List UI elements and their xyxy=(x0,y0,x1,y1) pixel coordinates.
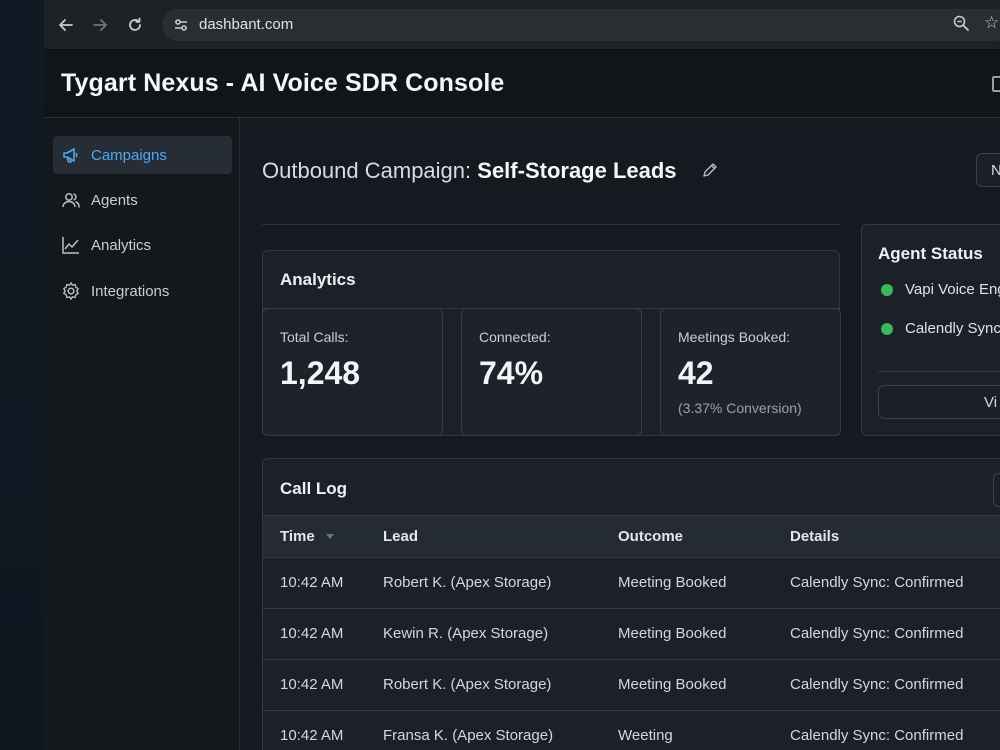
stat-value: 42 xyxy=(678,355,714,391)
megaphone-icon xyxy=(61,145,81,165)
browser-window: dashbant.com ☆ Tygart Nexus - AI Voice S… xyxy=(44,0,1000,750)
stat-total-calls: Total Calls: 1,248 xyxy=(262,308,443,436)
status-dot-icon xyxy=(881,322,893,335)
analytics-title: Analytics xyxy=(280,270,356,289)
stat-value: 74% xyxy=(479,355,544,391)
page-title-prefix: Outbound Campaign: xyxy=(262,158,472,183)
sidebar-item-agents[interactable]: Agents xyxy=(53,181,232,219)
pencil-edit-icon[interactable] xyxy=(702,162,718,178)
stat-meetings-booked: Meetings Booked: 42 (3.37% Conversion) xyxy=(660,308,841,436)
column-header-details[interactable]: Details xyxy=(790,528,839,545)
cell-time: 10:42 AM xyxy=(280,574,344,591)
table-row[interactable]: 10:42 AM Robert K. (Apex Storage) Meetin… xyxy=(263,558,1000,609)
column-header-outcome[interactable]: Outcome xyxy=(618,528,683,545)
url-text[interactable]: dashbant.com xyxy=(199,16,293,33)
stat-label: Meetings Booked: xyxy=(678,329,791,345)
sidebar-item-label: Integrations xyxy=(91,282,170,300)
reload-icon[interactable] xyxy=(123,13,147,37)
cell-lead: Robert K. (Apex Storage) xyxy=(383,676,552,693)
status-dot-icon xyxy=(881,283,893,296)
zoom-icon[interactable] xyxy=(952,14,974,36)
agent-status-title: Agent Status xyxy=(878,244,983,263)
back-arrow-icon[interactable] xyxy=(54,13,78,37)
card-divider xyxy=(878,371,1000,372)
call-log-action-button[interactable] xyxy=(993,473,1000,507)
cell-outcome: Weeting xyxy=(618,727,673,744)
app-header: Tygart Nexus - AI Voice SDR Console xyxy=(44,50,1000,118)
sidebar-item-analytics[interactable]: Analytics xyxy=(53,226,232,264)
cell-time: 10:42 AM xyxy=(280,676,344,693)
sidebar: Campaigns Agents Analytics Integrations xyxy=(44,118,240,750)
table-row[interactable]: 10:42 AM Kewin R. (Apex Storage) Meeting… xyxy=(263,609,1000,660)
table-row[interactable]: 10:42 AM Fransa K. (Apex Storage) Weetin… xyxy=(263,711,1000,750)
view-agents-button[interactable]: Vi xyxy=(878,385,1000,419)
cell-outcome: Meeting Booked xyxy=(618,625,727,642)
cell-outcome: Meeting Booked xyxy=(618,574,727,591)
call-log-card: Call Log Time Lead Outcome Details 10:42… xyxy=(262,458,1000,750)
window-icon[interactable] xyxy=(992,76,1000,92)
table-header: Time Lead Outcome Details xyxy=(263,515,1000,558)
cell-details: Calendly Sync: Confirmed xyxy=(790,625,964,642)
site-settings-icon[interactable] xyxy=(170,14,192,36)
agent-name: Calendly Sync xyxy=(905,320,1000,337)
table-row[interactable]: 10:42 AM Robert K. (Apex Storage) Meetin… xyxy=(263,660,1000,711)
conversion-rate: (3.37% Conversion) xyxy=(678,400,802,416)
forward-arrow-icon[interactable] xyxy=(88,13,112,37)
cell-details: Calendly Sync: Confirmed xyxy=(790,676,964,693)
sidebar-item-campaigns[interactable]: Campaigns xyxy=(53,136,232,174)
agent-row: Calendly Sync xyxy=(881,320,1000,337)
address-bar[interactable]: dashbant.com ☆ xyxy=(162,9,1000,41)
sidebar-item-label: Agents xyxy=(91,191,138,209)
cell-details: Calendly Sync: Confirmed xyxy=(790,727,964,744)
cell-lead: Fransa K. (Apex Storage) xyxy=(383,727,554,744)
desktop-background xyxy=(0,0,44,750)
cell-time: 10:42 AM xyxy=(280,625,344,642)
cell-outcome: Meeting Booked xyxy=(618,676,727,693)
agent-name: Vapi Voice Eng xyxy=(905,281,1000,298)
sidebar-item-label: Analytics xyxy=(91,236,152,254)
header-divider xyxy=(262,224,840,225)
line-chart-icon xyxy=(61,235,81,255)
campaign-name: Self-Storage Leads xyxy=(477,158,677,183)
column-header-lead[interactable]: Lead xyxy=(383,528,418,545)
users-icon xyxy=(61,190,81,210)
cell-lead: Kewin R. (Apex Storage) xyxy=(383,625,549,642)
browser-toolbar: dashbant.com ☆ xyxy=(44,0,1000,50)
cell-time: 10:42 AM xyxy=(280,727,344,744)
cell-details: Calendly Sync: Confirmed xyxy=(790,574,964,591)
sort-down-icon[interactable] xyxy=(326,534,334,539)
cell-lead: Robert K. (Apex Storage) xyxy=(383,574,552,591)
stat-label: Total Calls: xyxy=(280,329,349,345)
main-content: Outbound Campaign: Self-Storage Leads N … xyxy=(241,118,1000,750)
new-campaign-button[interactable]: N xyxy=(976,153,1000,187)
call-log-title: Call Log xyxy=(280,479,348,498)
stat-label: Connected: xyxy=(479,329,551,345)
stat-value: 1,248 xyxy=(280,355,361,391)
sidebar-item-integrations[interactable]: Integrations xyxy=(53,272,232,310)
stat-connected: Connected: 74% xyxy=(461,308,642,436)
column-header-time[interactable]: Time xyxy=(280,528,315,545)
agent-status-card: Agent Status Vapi Voice Eng Calendly Syn… xyxy=(861,224,1000,436)
app-title: Tygart Nexus - AI Voice SDR Console xyxy=(61,69,505,97)
sidebar-item-label: Campaigns xyxy=(91,146,167,164)
gear-icon xyxy=(61,281,81,301)
agent-row: Vapi Voice Eng xyxy=(881,281,1000,298)
page-title: Outbound Campaign: Self-Storage Leads xyxy=(262,158,677,184)
bookmark-star-icon[interactable]: ☆ xyxy=(984,13,1000,35)
